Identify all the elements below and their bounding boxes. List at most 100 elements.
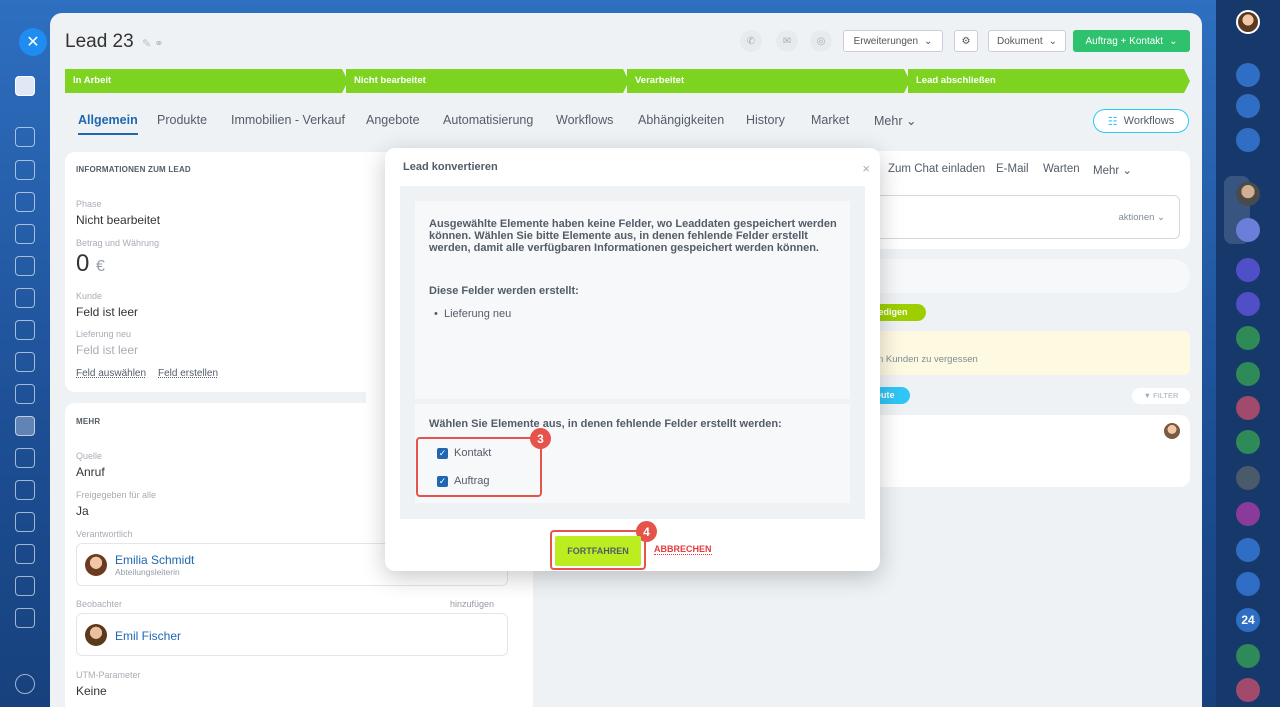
stage-verarbeitet[interactable]: Verarbeitet xyxy=(627,69,910,93)
phone-icon[interactable]: ✆ xyxy=(740,30,762,52)
actions-label: aktionen xyxy=(1118,212,1155,223)
source-value[interactable]: Anruf xyxy=(76,465,105,479)
continue-button[interactable]: FORTFAHREN xyxy=(555,536,641,566)
document-icon[interactable] xyxy=(15,256,35,276)
chat-avatar-icon[interactable] xyxy=(1236,182,1260,206)
tasks-icon[interactable] xyxy=(15,192,35,212)
lock-chat-icon[interactable] xyxy=(1236,362,1260,386)
feed-icon[interactable] xyxy=(15,127,35,147)
email-tab[interactable]: E-Mail xyxy=(996,163,1029,175)
observer-label: Beobachter xyxy=(76,599,123,609)
chat-avatar-h-icon[interactable] xyxy=(1236,218,1260,242)
spiral-chat-icon[interactable] xyxy=(1236,258,1260,282)
lock-chat-icon[interactable] xyxy=(1236,678,1260,702)
stage-in-arbeit[interactable]: In Arbeit xyxy=(65,69,348,93)
group-icon[interactable] xyxy=(15,224,35,244)
tab-automatisierung[interactable]: Automatisierung xyxy=(443,113,533,127)
lock-chat-icon[interactable] xyxy=(1236,644,1260,668)
select-heading: Wählen Sie Elemente aus, in denen fehlen… xyxy=(429,418,782,430)
select-field-link[interactable]: Feld auswählen xyxy=(76,368,146,379)
inventory-icon[interactable] xyxy=(15,512,35,532)
chat-avatar-icon[interactable] xyxy=(1236,466,1260,490)
shared-value[interactable]: Ja xyxy=(76,504,89,518)
amount-number: 0 xyxy=(76,250,90,277)
crm-funnel-icon[interactable] xyxy=(15,416,35,436)
tab-allgemein[interactable]: Allgemein xyxy=(78,113,138,135)
close-slider-button[interactable]: ✕ xyxy=(19,28,47,56)
observer-user[interactable]: Emil Fischer xyxy=(76,613,508,656)
observer-add-link[interactable]: hinzufügen xyxy=(450,599,494,609)
lock-chat-icon[interactable] xyxy=(1236,538,1260,562)
source-label: Quelle xyxy=(76,451,103,461)
robot-icon[interactable] xyxy=(15,576,35,596)
field-item-label: Lieferung neu xyxy=(443,308,512,320)
stage-nicht-bearbeitet[interactable]: Nicht bearbeitet xyxy=(346,69,629,93)
task-chat-icon[interactable] xyxy=(1236,430,1260,454)
stage-lead-abschliessen[interactable]: Lead abschließen xyxy=(908,69,1190,93)
convert-lead-dialog: Lead konvertieren × Ausgewählte Elemente… xyxy=(385,148,880,571)
settings-gear-button[interactable]: ⚙ xyxy=(954,30,978,52)
amount-value[interactable]: 0 € xyxy=(76,250,105,278)
user-avatar[interactable] xyxy=(1236,10,1260,34)
amount-label: Betrag und Währung xyxy=(76,238,160,248)
cancel-button[interactable]: ABBRECHEN xyxy=(654,544,712,555)
fields-heading: Diese Felder werden erstellt: xyxy=(429,285,579,297)
right-sidebar: 24 xyxy=(1216,0,1280,707)
tab-market[interactable]: Market xyxy=(811,113,849,127)
bitrix24-badge[interactable]: 24 xyxy=(1236,608,1260,632)
download-icon[interactable] xyxy=(15,76,35,96)
tab-produkte[interactable]: Produkte xyxy=(157,113,207,127)
edit-title-icon[interactable]: ✎ ⚭ xyxy=(142,37,164,50)
openlines-icon[interactable] xyxy=(1236,94,1260,118)
target-icon[interactable] xyxy=(15,608,35,628)
info-text: Ausgewählte Elemente haben keine Felder,… xyxy=(429,218,837,254)
task-chat-icon[interactable] xyxy=(1236,572,1260,596)
client-value[interactable]: Feld ist leer xyxy=(76,305,138,319)
chat-icon[interactable]: ◎ xyxy=(810,30,832,52)
booking-icon[interactable] xyxy=(15,480,35,500)
tab-abhaengigkeiten[interactable]: Abhängigkeiten xyxy=(638,113,724,127)
more-tab-label: Mehr xyxy=(1093,165,1120,177)
actions-dropdown[interactable]: aktionen ⌄ xyxy=(1118,212,1165,223)
tab-mehr[interactable]: Mehr ⌄ xyxy=(874,113,916,128)
info-box: Ausgewählte Elemente haben keine Felder,… xyxy=(415,201,850,399)
lock-chat-icon[interactable] xyxy=(1236,396,1260,420)
gear-icon: ⚙ xyxy=(961,35,971,47)
spiral-chat-icon[interactable] xyxy=(1236,292,1260,316)
user-name[interactable]: Emil Fischer xyxy=(115,629,181,643)
analytics-icon[interactable] xyxy=(15,352,35,372)
invite-chat-tab[interactable]: Zum Chat einladen xyxy=(888,163,985,175)
section-title: MEHR xyxy=(76,417,101,426)
filter-button[interactable]: ▼ FILTER xyxy=(1132,388,1190,404)
workflows-button[interactable]: ☷ Workflows xyxy=(1093,109,1189,133)
video-icon[interactable] xyxy=(15,320,35,340)
card-icon[interactable] xyxy=(15,288,35,308)
delivery-value[interactable]: Feld ist leer xyxy=(76,343,138,357)
dokument-dropdown[interactable]: Dokument ⌄ xyxy=(988,30,1066,52)
tab-workflows[interactable]: Workflows xyxy=(556,113,613,127)
mail-icon[interactable]: ✉ xyxy=(776,30,798,52)
chat-icon[interactable] xyxy=(15,160,35,180)
close-icon[interactable]: × xyxy=(862,161,870,176)
erweiterungen-dropdown[interactable]: Erweiterungen ⌄ xyxy=(843,30,943,52)
settings-icon[interactable] xyxy=(15,674,35,694)
tab-angebote[interactable]: Angebote xyxy=(366,113,420,127)
create-field-link[interactable]: Feld erstellen xyxy=(158,368,218,379)
cart-icon[interactable] xyxy=(15,384,35,404)
lock-chat-icon[interactable] xyxy=(1236,326,1260,350)
user-name[interactable]: Emilia Schmidt xyxy=(115,553,194,567)
filter-label: FILTER xyxy=(1153,391,1179,400)
lock-chat-icon[interactable] xyxy=(1236,502,1260,526)
wait-tab[interactable]: Warten xyxy=(1043,163,1080,175)
calendar-icon[interactable] xyxy=(15,544,35,564)
more-tab[interactable]: Mehr ⌄ xyxy=(1093,163,1132,177)
tab-history[interactable]: History xyxy=(746,113,785,127)
phase-value[interactable]: Nicht bearbeitet xyxy=(76,213,160,227)
search-chat-icon[interactable] xyxy=(1236,128,1260,152)
workflows-icon: ☷ xyxy=(1107,115,1118,128)
sign-icon[interactable] xyxy=(15,448,35,468)
tab-immobilien-verkauf[interactable]: Immobilien - Verkauf xyxy=(231,113,345,127)
notifications-icon[interactable] xyxy=(1236,63,1260,87)
auftrag-kontakt-button[interactable]: Auftrag + Kontakt ⌄ xyxy=(1073,30,1190,52)
chevron-down-icon: ⌄ xyxy=(924,35,933,47)
